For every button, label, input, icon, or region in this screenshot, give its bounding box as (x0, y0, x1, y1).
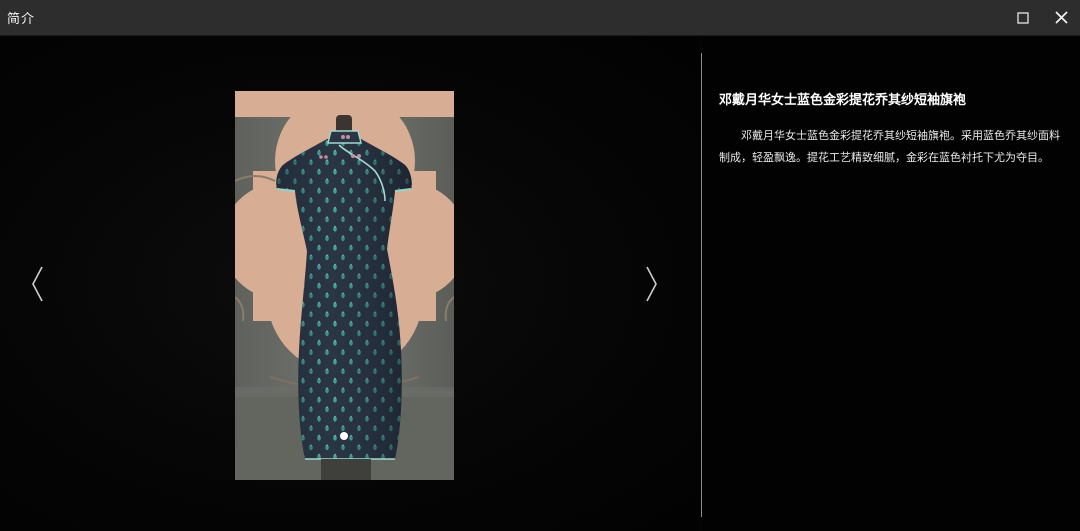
window-controls (1004, 0, 1080, 36)
chevron-right-icon (646, 266, 657, 302)
carousel-dot[interactable] (340, 432, 348, 440)
item-description: 邓戴月华女士蓝色金彩提花乔其纱短袖旗袍。采用蓝色乔其纱面料制成，轻盈飘逸。提花工… (719, 129, 1060, 164)
qipao-image (235, 91, 454, 480)
next-button[interactable] (640, 263, 664, 305)
close-icon (1055, 11, 1067, 24)
image-viewer (0, 37, 700, 531)
title-bar: 简介 (0, 0, 1080, 36)
info-panel: 邓戴月华女士蓝色金彩提花乔其纱短袖旗袍 邓戴月华女士蓝色金彩提花乔其纱短袖旗袍。… (702, 37, 1080, 531)
previous-button[interactable] (25, 263, 49, 305)
maximize-button[interactable] (1004, 0, 1042, 36)
close-button[interactable] (1042, 0, 1080, 36)
chevron-left-icon (32, 266, 43, 302)
item-title: 邓戴月华女士蓝色金彩提花乔其纱短袖旗袍 (719, 93, 967, 108)
maximize-icon (1017, 11, 1029, 24)
viewer-window: 简介 邓戴月华女士蓝色金彩提花乔其纱短袖旗袍 邓戴月华女士蓝色金彩提花乔其纱短袖… (0, 0, 1080, 531)
window-title: 简介 (7, 12, 36, 27)
qipao-photo (235, 91, 454, 480)
